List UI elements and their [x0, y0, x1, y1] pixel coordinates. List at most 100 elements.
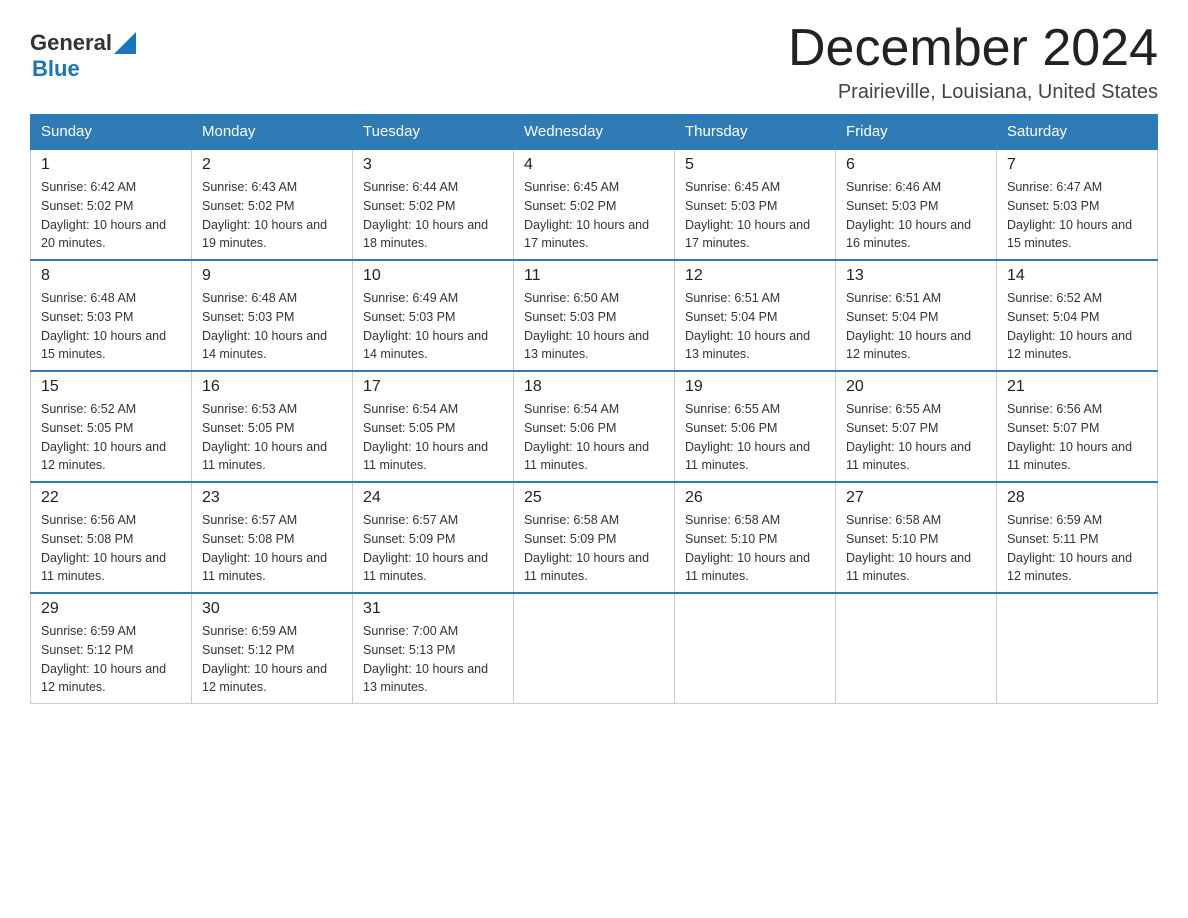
day-info: Sunrise: 6:49 AMSunset: 5:03 PMDaylight:… — [363, 289, 503, 364]
day-info: Sunrise: 6:52 AMSunset: 5:04 PMDaylight:… — [1007, 289, 1147, 364]
calendar-cell: 11Sunrise: 6:50 AMSunset: 5:03 PMDayligh… — [514, 260, 675, 371]
day-info: Sunrise: 6:42 AMSunset: 5:02 PMDaylight:… — [41, 178, 181, 253]
day-number: 19 — [685, 378, 825, 396]
day-number: 21 — [1007, 378, 1147, 396]
calendar-cell: 25 Sunrise: 6:58 AMSunset: 5:09 PMDayligh… — [514, 482, 675, 593]
column-header-sunday: Sunday — [31, 115, 192, 150]
day-number: 10 — [363, 267, 503, 285]
day-info: Sunrise: 6:45 AMSunset: 5:03 PMDaylight:… — [685, 178, 825, 253]
calendar-week-row: 29 Sunrise: 6:59 AMSunset: 5:12 PMDayligh… — [31, 593, 1158, 704]
calendar-week-row: 8 Sunrise: 6:48 AMSunset: 5:03 PMDaylight… — [31, 260, 1158, 371]
calendar-cell: 13 Sunrise: 6:51 AMSunset: 5:04 PMDayligh… — [836, 260, 997, 371]
calendar-cell: 16 Sunrise: 6:53 AMSunset: 5:05 PMDayligh… — [192, 371, 353, 482]
calendar-cell: 28Sunrise: 6:59 AMSunset: 5:11 PMDayligh… — [997, 482, 1158, 593]
logo-blue-text: Blue — [32, 56, 136, 82]
calendar-cell: 12 Sunrise: 6:51 AMSunset: 5:04 PMDayligh… — [675, 260, 836, 371]
calendar-cell: 23 Sunrise: 6:57 AMSunset: 5:08 PMDayligh… — [192, 482, 353, 593]
day-info: Sunrise: 6:52 AMSunset: 5:05 PMDaylight:… — [41, 400, 181, 475]
day-info: Sunrise: 6:50 AMSunset: 5:03 PMDaylight:… — [524, 289, 664, 364]
calendar-cell: 2Sunrise: 6:43 AMSunset: 5:02 PMDaylight… — [192, 149, 353, 260]
calendar-week-row: 1Sunrise: 6:42 AMSunset: 5:02 PMDaylight… — [31, 149, 1158, 260]
day-number: 30 — [202, 600, 342, 618]
calendar-cell: 22Sunrise: 6:56 AMSunset: 5:08 PMDayligh… — [31, 482, 192, 593]
calendar-cell: 19 Sunrise: 6:55 AMSunset: 5:06 PMDayligh… — [675, 371, 836, 482]
calendar-week-row: 22Sunrise: 6:56 AMSunset: 5:08 PMDayligh… — [31, 482, 1158, 593]
day-number: 3 — [363, 156, 503, 174]
day-number: 20 — [846, 378, 986, 396]
day-number: 17 — [363, 378, 503, 396]
calendar-cell: 27Sunrise: 6:58 AMSunset: 5:10 PMDayligh… — [836, 482, 997, 593]
day-number: 14 — [1007, 267, 1147, 285]
day-number: 12 — [685, 267, 825, 285]
calendar-cell: 10 Sunrise: 6:49 AMSunset: 5:03 PMDayligh… — [353, 260, 514, 371]
calendar-table: SundayMondayTuesdayWednesdayThursdayFrid… — [30, 114, 1158, 704]
day-info: Sunrise: 6:54 AMSunset: 5:06 PMDaylight:… — [524, 400, 664, 475]
day-number: 9 — [202, 267, 342, 285]
day-info: Sunrise: 6:53 AMSunset: 5:05 PMDaylight:… — [202, 400, 342, 475]
day-info: Sunrise: 6:59 AMSunset: 5:12 PMDaylight:… — [41, 622, 181, 697]
day-info: Sunrise: 6:56 AMSunset: 5:08 PMDaylight:… — [41, 511, 181, 586]
calendar-cell: 18 Sunrise: 6:54 AMSunset: 5:06 PMDayligh… — [514, 371, 675, 482]
logo: General Blue — [30, 30, 136, 82]
day-number: 16 — [202, 378, 342, 396]
day-info: Sunrise: 6:51 AMSunset: 5:04 PMDaylight:… — [846, 289, 986, 364]
day-info: Sunrise: 7:00 AMSunset: 5:13 PMDaylight:… — [363, 622, 503, 697]
day-number: 15 — [41, 378, 181, 396]
day-info: Sunrise: 6:57 AMSunset: 5:09 PMDaylight:… — [363, 511, 503, 586]
logo-general-text: General — [30, 30, 112, 56]
logo-triangle-icon — [114, 32, 136, 54]
day-number: 24 — [363, 489, 503, 507]
calendar-cell — [675, 593, 836, 704]
title-block: December 2024 Prairieville, Louisiana, U… — [788, 20, 1158, 104]
day-number: 18 — [524, 378, 664, 396]
column-header-wednesday: Wednesday — [514, 115, 675, 150]
calendar-cell: 3 Sunrise: 6:44 AMSunset: 5:02 PMDaylight… — [353, 149, 514, 260]
day-number: 26 — [685, 489, 825, 507]
day-number: 4 — [524, 156, 664, 174]
day-info: Sunrise: 6:51 AMSunset: 5:04 PMDaylight:… — [685, 289, 825, 364]
calendar-cell: 9 Sunrise: 6:48 AMSunset: 5:03 PMDaylight… — [192, 260, 353, 371]
calendar-cell: 5 Sunrise: 6:45 AMSunset: 5:03 PMDaylight… — [675, 149, 836, 260]
day-number: 8 — [41, 267, 181, 285]
day-number: 31 — [363, 600, 503, 618]
day-info: Sunrise: 6:55 AMSunset: 5:06 PMDaylight:… — [685, 400, 825, 475]
day-info: Sunrise: 6:59 AMSunset: 5:11 PMDaylight:… — [1007, 511, 1147, 586]
calendar-cell: 20Sunrise: 6:55 AMSunset: 5:07 PMDayligh… — [836, 371, 997, 482]
day-info: Sunrise: 6:48 AMSunset: 5:03 PMDaylight:… — [202, 289, 342, 364]
calendar-cell: 14 Sunrise: 6:52 AMSunset: 5:04 PMDayligh… — [997, 260, 1158, 371]
day-info: Sunrise: 6:47 AMSunset: 5:03 PMDaylight:… — [1007, 178, 1147, 253]
calendar-cell: 1Sunrise: 6:42 AMSunset: 5:02 PMDaylight… — [31, 149, 192, 260]
day-number: 13 — [846, 267, 986, 285]
column-header-saturday: Saturday — [997, 115, 1158, 150]
calendar-cell: 31 Sunrise: 7:00 AMSunset: 5:13 PMDayligh… — [353, 593, 514, 704]
calendar-cell: 21 Sunrise: 6:56 AMSunset: 5:07 PMDayligh… — [997, 371, 1158, 482]
day-number: 2 — [202, 156, 342, 174]
calendar-cell — [997, 593, 1158, 704]
day-info: Sunrise: 6:58 AMSunset: 5:10 PMDaylight:… — [685, 511, 825, 586]
calendar-cell: 24 Sunrise: 6:57 AMSunset: 5:09 PMDayligh… — [353, 482, 514, 593]
day-info: Sunrise: 6:56 AMSunset: 5:07 PMDaylight:… — [1007, 400, 1147, 475]
calendar-header-row: SundayMondayTuesdayWednesdayThursdayFrid… — [31, 115, 1158, 150]
day-info: Sunrise: 6:44 AMSunset: 5:02 PMDaylight:… — [363, 178, 503, 253]
day-info: Sunrise: 6:48 AMSunset: 5:03 PMDaylight:… — [41, 289, 181, 364]
day-info: Sunrise: 6:46 AMSunset: 5:03 PMDaylight:… — [846, 178, 986, 253]
calendar-cell: 15 Sunrise: 6:52 AMSunset: 5:05 PMDayligh… — [31, 371, 192, 482]
calendar-cell: 6Sunrise: 6:46 AMSunset: 5:03 PMDaylight… — [836, 149, 997, 260]
day-number: 23 — [202, 489, 342, 507]
day-number: 29 — [41, 600, 181, 618]
day-number: 7 — [1007, 156, 1147, 174]
day-number: 25 — [524, 489, 664, 507]
day-info: Sunrise: 6:58 AMSunset: 5:09 PMDaylight:… — [524, 511, 664, 586]
calendar-week-row: 15 Sunrise: 6:52 AMSunset: 5:05 PMDayligh… — [31, 371, 1158, 482]
calendar-cell: 30Sunrise: 6:59 AMSunset: 5:12 PMDayligh… — [192, 593, 353, 704]
calendar-cell: 4 Sunrise: 6:45 AMSunset: 5:02 PMDaylight… — [514, 149, 675, 260]
page-header: General Blue December 2024 Prairieville,… — [30, 20, 1158, 104]
calendar-cell — [514, 593, 675, 704]
day-info: Sunrise: 6:45 AMSunset: 5:02 PMDaylight:… — [524, 178, 664, 253]
column-header-thursday: Thursday — [675, 115, 836, 150]
calendar-cell: 7 Sunrise: 6:47 AMSunset: 5:03 PMDaylight… — [997, 149, 1158, 260]
day-number: 5 — [685, 156, 825, 174]
calendar-cell — [836, 593, 997, 704]
calendar-cell: 26 Sunrise: 6:58 AMSunset: 5:10 PMDayligh… — [675, 482, 836, 593]
day-info: Sunrise: 6:57 AMSunset: 5:08 PMDaylight:… — [202, 511, 342, 586]
